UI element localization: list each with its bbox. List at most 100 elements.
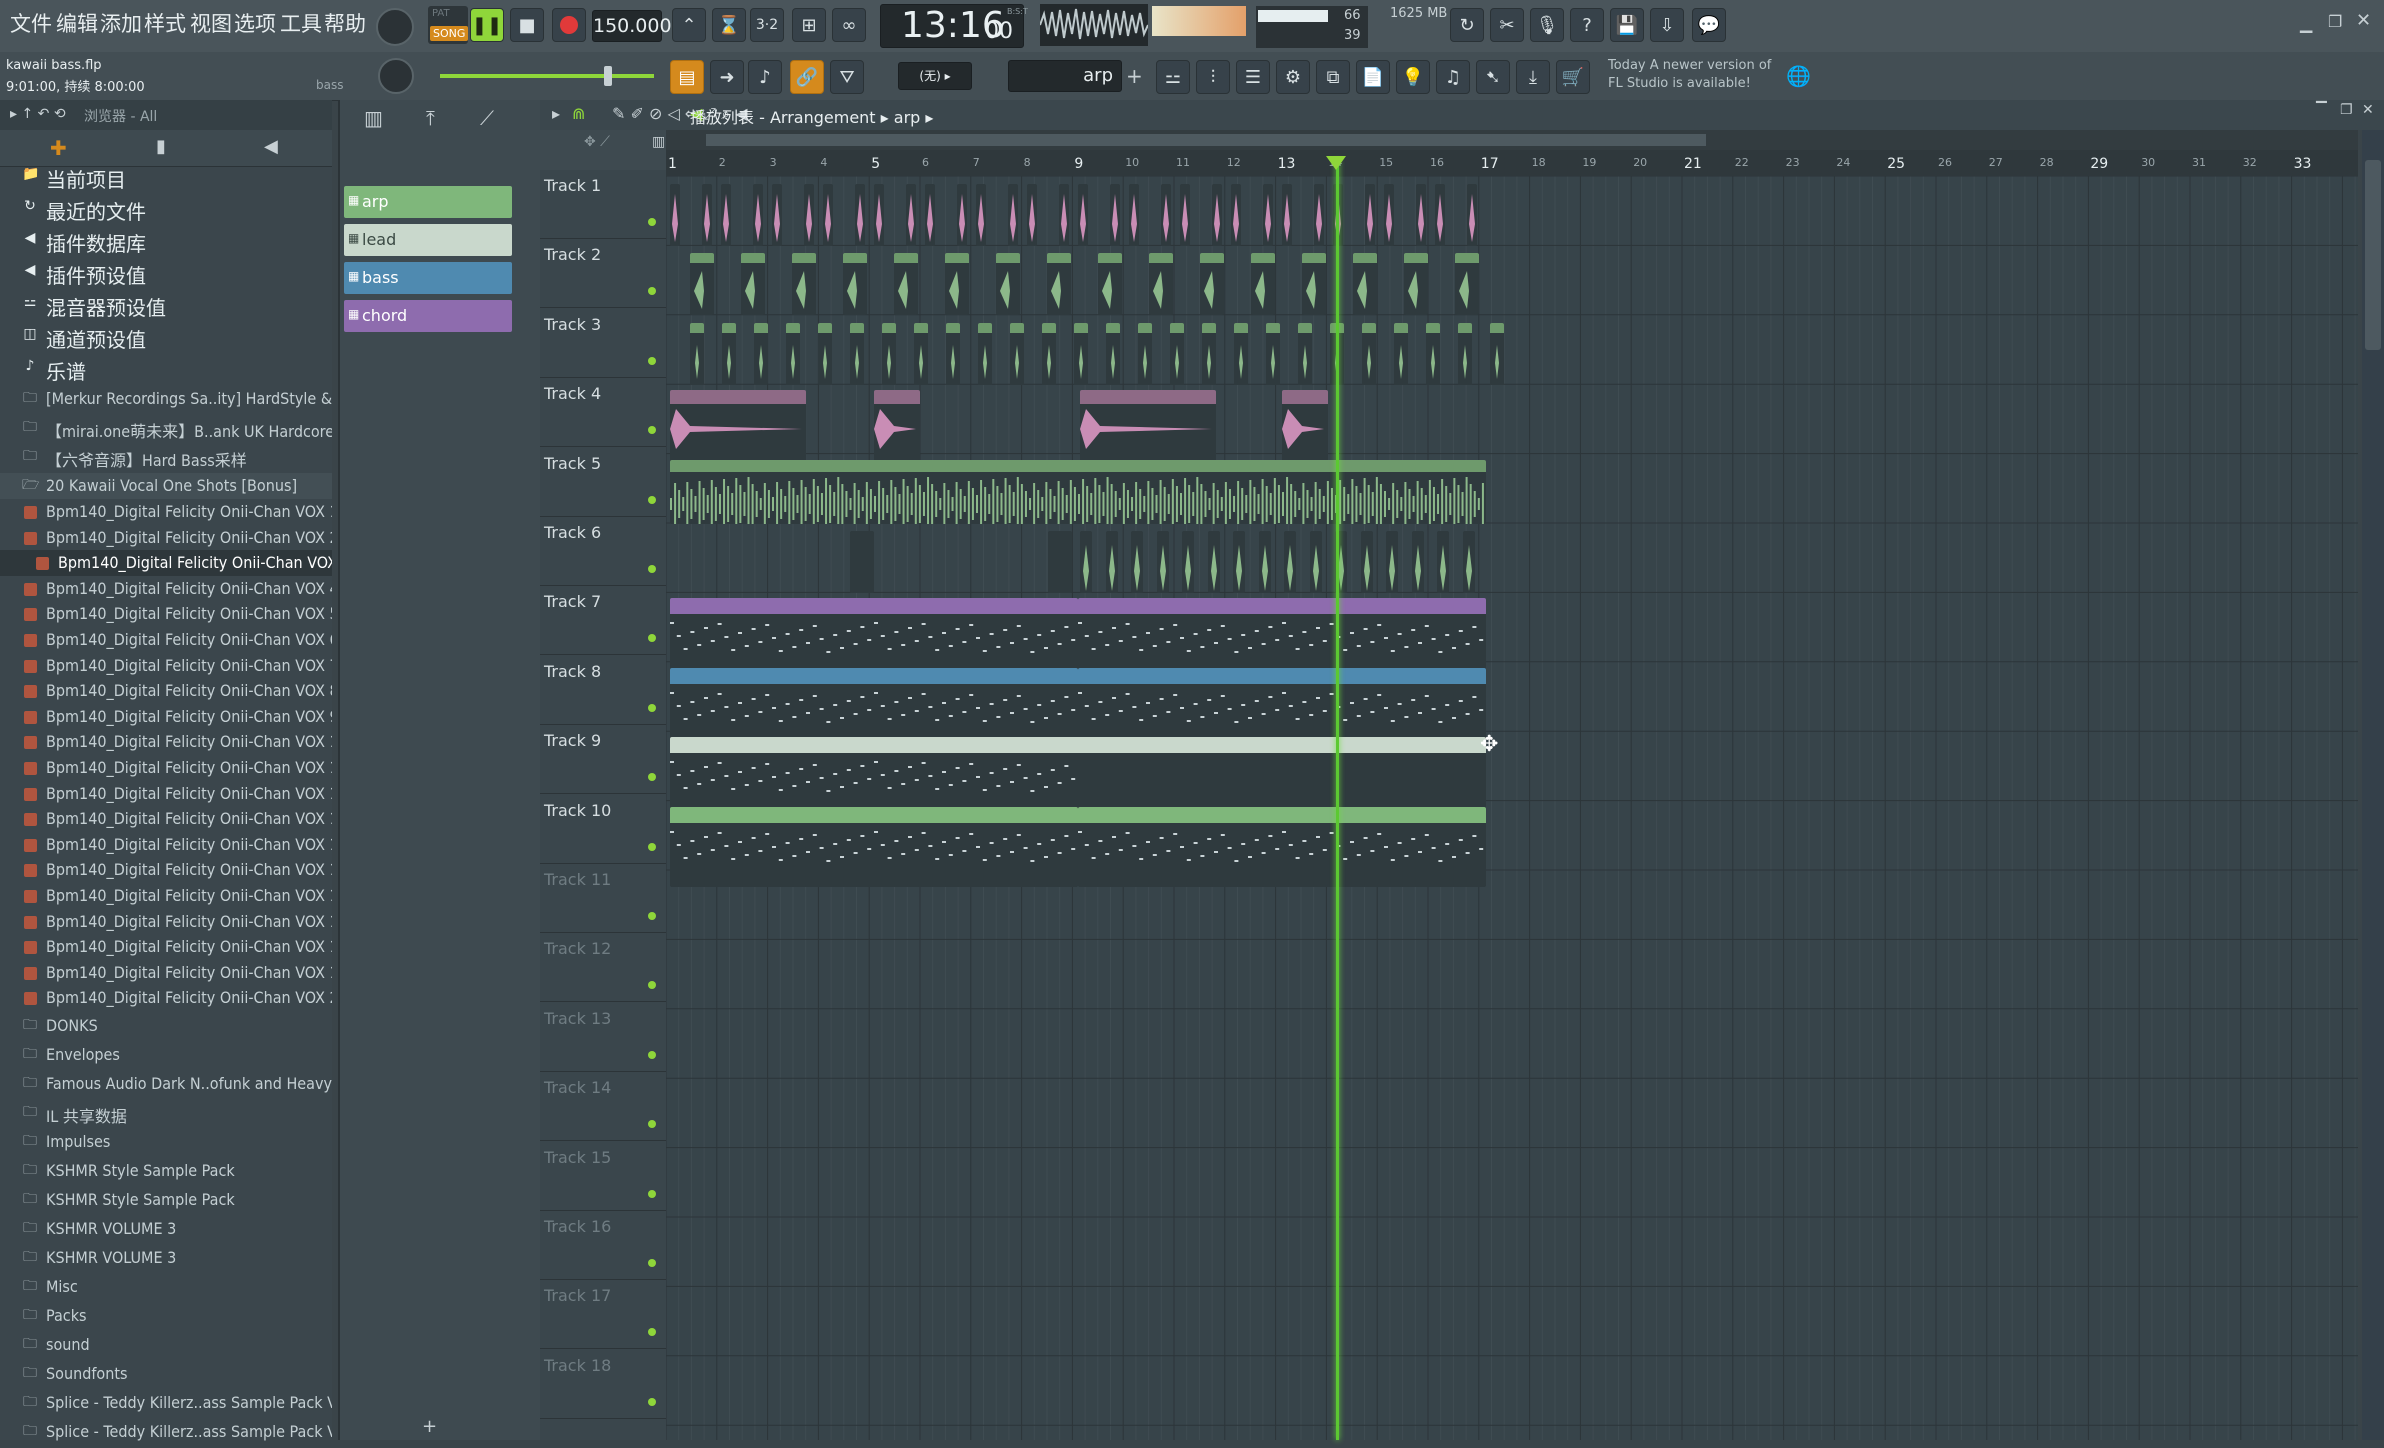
audio-clip[interactable] xyxy=(1233,531,1245,593)
track-header[interactable]: Track 7 xyxy=(540,586,666,656)
audio-clip[interactable] xyxy=(1027,184,1037,246)
save-icon[interactable]: 💾 xyxy=(1610,8,1644,42)
close-icon[interactable]: ✕ xyxy=(2356,10,2371,31)
audio-clip[interactable] xyxy=(1109,184,1120,246)
audio-clip[interactable] xyxy=(976,184,986,246)
track-header[interactable]: Track 8 xyxy=(540,656,666,725)
audio-clip[interactable] xyxy=(1426,322,1440,385)
audio-clip[interactable] xyxy=(741,253,765,316)
track-mute-led[interactable] xyxy=(648,426,656,435)
stop-button[interactable]: ■ xyxy=(510,8,544,42)
zoom-icons[interactable]: ✥ ⟋ xyxy=(584,134,610,150)
browser-folder[interactable]: 🗀 Packs xyxy=(0,1303,332,1332)
track-header[interactable]: Track 5 xyxy=(540,448,666,517)
track-header[interactable]: Track 3 xyxy=(540,309,666,378)
master-volume-knob[interactable] xyxy=(376,8,414,46)
audio-clip[interactable] xyxy=(1007,184,1018,246)
link-icon[interactable]: 🔗 xyxy=(790,60,824,94)
cut-icon[interactable]: ✂ xyxy=(1490,8,1524,42)
audio-clip[interactable] xyxy=(803,184,814,246)
browser-folder[interactable]: 🗀 KSHMR VOLUME 3 xyxy=(0,1245,332,1274)
audio-clip[interactable] xyxy=(1211,184,1222,246)
audio-clip[interactable] xyxy=(1411,531,1424,593)
snap-icon[interactable]: ⛛ xyxy=(830,60,864,94)
browser-file[interactable]: Bpm140_Digital Felicity Onii-Chan VOX 18 xyxy=(0,934,332,960)
track-header[interactable]: Track 13 xyxy=(540,1003,666,1072)
pattern-clip[interactable]: chord xyxy=(670,598,1078,679)
track-header[interactable]: Track 14 xyxy=(540,1072,666,1142)
track-mute-led[interactable] xyxy=(648,356,656,365)
audio-clip[interactable] xyxy=(818,322,832,385)
audio-clip[interactable] xyxy=(894,253,918,316)
browser-file[interactable]: Bpm140_Digital Felicity Onii-Chan VOX 2 xyxy=(0,525,332,551)
audio-clip[interactable] xyxy=(1360,531,1373,593)
timeline-ruler[interactable]: 1234567891011121314151617181920212223242… xyxy=(666,150,2358,176)
audio-clip[interactable] xyxy=(978,322,992,385)
magnet-icon[interactable]: ⋒ xyxy=(572,104,585,123)
audio-clip[interactable] xyxy=(1078,184,1088,246)
browser-file[interactable]: Bpm140_Digital Felicity Onii-Chan VOX 3 xyxy=(0,550,332,576)
browser-file[interactable]: Bpm140_Digital Felicity Onii-Chan VOX 13 xyxy=(0,806,332,832)
audio-clip[interactable] xyxy=(914,322,928,385)
audio-clip[interactable] xyxy=(1234,322,1248,385)
browser-file[interactable]: Bpm140_Digital Felicity Onii-Chan VOX 8 xyxy=(0,678,332,704)
pat-song-switch[interactable]: PAT SONG xyxy=(428,6,469,44)
add-pattern-bottom-icon[interactable]: + xyxy=(422,1416,437,1437)
track-mute-led[interactable] xyxy=(648,981,656,990)
menu-add[interactable]: 添加 xyxy=(100,8,142,38)
browser-file[interactable]: Bpm140_Digital Felicity Onii-Chan VOX 20 xyxy=(0,985,332,1011)
tempo-display[interactable]: 150.000 xyxy=(592,10,672,42)
browser-category[interactable]: ⚍ 混音器预设值 xyxy=(0,290,332,322)
browser-nav-icon[interactable]: ▸ ↑ ↶ ⟲ xyxy=(10,106,66,122)
audio-clip[interactable] xyxy=(1180,184,1190,246)
pattern-selector[interactable]: arp xyxy=(1008,60,1122,92)
idea-icon[interactable]: 💡 xyxy=(1396,60,1430,94)
audio-clip[interactable] xyxy=(843,253,867,316)
audio-clip[interactable] xyxy=(1170,322,1184,385)
track-mute-led[interactable] xyxy=(648,1259,656,1267)
audio-clip[interactable] xyxy=(850,322,864,385)
track-mute-led[interactable] xyxy=(648,1397,656,1406)
playlist-view-icon[interactable]: ▤ xyxy=(670,60,704,94)
audio-clip[interactable] xyxy=(1353,253,1377,316)
crash-clip[interactable]: KS..) xyxy=(874,390,920,469)
audio-clip[interactable] xyxy=(1415,184,1426,246)
browser-folder[interactable]: 🗀 DONKS xyxy=(0,1013,332,1042)
track-header[interactable]: Track 6 xyxy=(540,517,666,586)
pattern-clip[interactable]: arp xyxy=(1078,806,1486,887)
audio-clip[interactable] xyxy=(1207,531,1220,593)
menu-patterns[interactable]: 样式 xyxy=(144,8,186,38)
pattern-item-chord[interactable]: ▦ chord xyxy=(344,300,512,332)
browser-folder[interactable]: 🗀 Splice - Teddy Killerz..ass Sample Pack… xyxy=(0,1390,332,1419)
help-icon[interactable]: ? xyxy=(1570,8,1604,42)
track-mute-led[interactable] xyxy=(648,634,656,643)
audio-clip[interactable] xyxy=(1202,322,1216,385)
audio-clip[interactable] xyxy=(1466,184,1477,246)
browser-folder[interactable]: 🗀 【六爷音源】Hard Bass采样 xyxy=(0,444,332,473)
playlist-minimize-icon[interactable]: ▔ xyxy=(2316,102,2327,118)
browser-folder[interactable]: 🗀 KSHMR Style Sample Pack xyxy=(0,1158,332,1187)
browser-tab-plugins-icon[interactable]: ◀ xyxy=(264,136,278,157)
audio-clip[interactable] xyxy=(1080,531,1092,593)
overview-thumb[interactable] xyxy=(706,134,1706,146)
audio-clip[interactable] xyxy=(1284,531,1296,593)
browser-folder[interactable]: 🗀 Envelopes xyxy=(0,1042,332,1071)
playlist-restore-icon[interactable]: ❐ xyxy=(2340,102,2353,118)
audio-clip[interactable] xyxy=(1129,184,1139,246)
browser-file[interactable]: Bpm140_Digital Felicity Onii-Chan VOX 11 xyxy=(0,755,332,781)
playhead[interactable] xyxy=(1336,160,1339,1440)
track-mute-led[interactable] xyxy=(648,1189,656,1198)
track-mute-led[interactable] xyxy=(648,912,656,920)
browser-folder[interactable]: 🗀 Soundfonts xyxy=(0,1361,332,1390)
track-header[interactable]: Track 1 xyxy=(540,170,666,239)
audio-clip[interactable] xyxy=(670,184,680,246)
browser-folder[interactable]: 🗀 Splice - Teddy Killerz..ass Sample Pack… xyxy=(0,1419,332,1448)
export-icon[interactable]: ⇩ xyxy=(1650,8,1684,42)
audio-clip[interactable] xyxy=(1160,184,1171,246)
pattern-item-lead[interactable]: ▦ lead xyxy=(344,224,512,256)
audio-clip[interactable] xyxy=(874,184,884,246)
main-volume-slider[interactable] xyxy=(440,74,654,78)
audio-clip[interactable] xyxy=(1462,531,1475,593)
render-icon[interactable]: ➷ xyxy=(1476,60,1510,94)
browser-folder[interactable]: 🗀 Impulses xyxy=(0,1129,332,1158)
